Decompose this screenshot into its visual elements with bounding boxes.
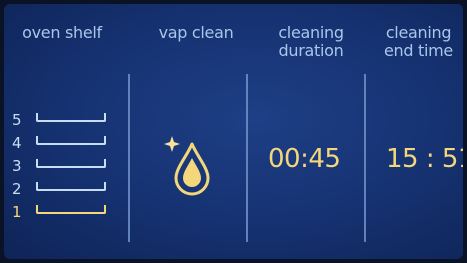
header-cleaning-end-time: cleaning end time <box>384 23 453 60</box>
column-divider-2 <box>246 74 248 242</box>
header-cleaning-duration: cleaning duration <box>278 23 344 60</box>
header-oven-shelf: oven shelf <box>22 23 102 42</box>
header-vap-clean: vap clean <box>158 23 234 42</box>
column-divider-3 <box>364 74 366 242</box>
shelf-number: 3 <box>12 157 22 175</box>
shelf-number: 1 <box>12 203 22 221</box>
shelf-number: 2 <box>12 180 22 198</box>
column-divider-1 <box>128 74 130 242</box>
sparkle-icon <box>164 136 180 152</box>
shelf-tray-icon <box>36 159 106 168</box>
shelf-number: 4 <box>12 134 22 152</box>
shelf-number: 5 <box>12 111 22 129</box>
steam-droplet-icon[interactable] <box>162 130 218 202</box>
shelf-tray-icon <box>36 205 106 214</box>
shelf-tray-icon <box>36 182 106 191</box>
cleaning-duration-value[interactable]: 00:45 <box>268 144 341 174</box>
shelf-tray-icon <box>36 136 106 145</box>
oven-display: oven shelf vap clean cleaning duration c… <box>4 4 463 259</box>
shelf-tray-icon <box>36 113 106 122</box>
cleaning-end-time-value[interactable]: 15 : 51 <box>386 144 463 174</box>
